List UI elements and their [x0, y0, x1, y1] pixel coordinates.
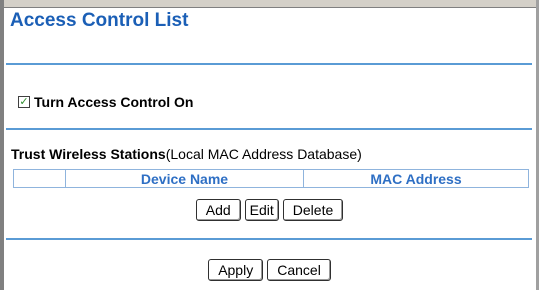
trust-stations-heading: Trust Wireless Stations(Local MAC Addres…	[11, 146, 362, 162]
mac-address-table: Device Name MAC Address	[13, 169, 529, 188]
column-header-device-name: Device Name	[65, 169, 304, 188]
divider-bottom	[6, 238, 532, 240]
cancel-button[interactable]: Cancel	[267, 259, 331, 281]
checkmark-icon: ✓	[19, 95, 29, 108]
edit-button[interactable]: Edit	[244, 199, 279, 221]
form-button-row: Apply Cancel	[0, 259, 539, 281]
page-title: Access Control List	[10, 10, 189, 31]
list-button-row: Add Edit Delete	[0, 199, 539, 221]
column-header-mac-address: MAC Address	[303, 169, 529, 188]
divider-top	[6, 63, 532, 65]
add-button[interactable]: Add	[195, 199, 241, 221]
table-header-row: Device Name MAC Address	[13, 169, 529, 188]
trust-stations-subtitle: (Local MAC Address Database)	[165, 146, 362, 162]
divider-middle	[6, 128, 532, 130]
access-control-label: Turn Access Control On	[34, 94, 194, 110]
window-left-edge	[0, 0, 4, 290]
column-header-select	[13, 169, 66, 188]
delete-button[interactable]: Delete	[282, 199, 344, 221]
access-control-row: ✓ Turn Access Control On	[18, 93, 193, 111]
apply-button[interactable]: Apply	[208, 259, 264, 281]
trust-stations-title: Trust Wireless Stations	[11, 146, 166, 162]
window-top-edge	[0, 0, 539, 8]
access-control-checkbox[interactable]: ✓	[18, 96, 30, 108]
